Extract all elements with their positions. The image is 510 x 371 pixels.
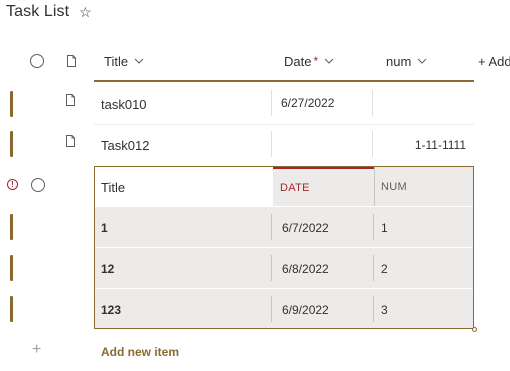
file-type-icon	[66, 94, 75, 106]
page-title: Task List	[6, 3, 70, 20]
quick-edit-date-header[interactable]: DATE	[273, 167, 374, 207]
file-type-icon	[66, 135, 75, 147]
required-marker: *	[313, 54, 319, 68]
row-title-cell[interactable]: Task012	[101, 138, 149, 153]
add-icon[interactable]: +	[32, 342, 41, 358]
quick-edit-row[interactable]: 12 6/8/2022 2	[95, 248, 473, 289]
cell-divider	[372, 131, 373, 157]
select-all-checkbox[interactable]	[30, 54, 44, 68]
cell-divider	[373, 296, 374, 322]
row-marker	[10, 91, 13, 117]
row-divider	[94, 124, 474, 125]
quick-edit-date-cell[interactable]: 6/9/2022	[282, 303, 329, 317]
quick-edit-num-cell[interactable]: 2	[381, 262, 388, 276]
row-marker	[10, 214, 13, 240]
column-header-date[interactable]: Date *	[284, 51, 334, 71]
add-column-button[interactable]: + Add	[478, 51, 510, 71]
column-header-title-label: Title	[104, 53, 129, 69]
column-header-date-label: Date	[284, 53, 312, 69]
cell-divider	[271, 214, 272, 240]
quick-edit-title-cell[interactable]: 1	[101, 221, 108, 235]
quick-edit-num-header[interactable]: NUM	[374, 167, 473, 207]
quick-edit-num-cell[interactable]: 1	[381, 221, 388, 235]
cell-divider	[271, 90, 272, 116]
error-icon[interactable]: !	[7, 179, 18, 190]
quick-edit-row[interactable]: 1 6/7/2022 1	[95, 207, 473, 248]
file-type-icon	[67, 55, 76, 67]
quick-edit-title-cell[interactable]: 12	[101, 262, 114, 276]
quick-edit-header: Title DATE NUM	[95, 167, 473, 207]
row-marker	[10, 255, 13, 281]
quick-edit-date-cell[interactable]: 6/7/2022	[282, 221, 329, 235]
row-date-cell[interactable]: 6/27/2022	[281, 96, 334, 110]
column-header-title[interactable]: Title	[104, 51, 144, 71]
add-column-label: + Add	[478, 53, 510, 69]
chevron-down-icon	[324, 58, 334, 64]
column-header-num-label: num	[386, 53, 412, 69]
header-underline	[94, 80, 474, 82]
quick-edit-row[interactable]: 123 6/9/2022 3	[95, 289, 473, 330]
row-marker	[10, 131, 13, 157]
row-select-checkbox[interactable]	[31, 178, 45, 192]
row-marker	[10, 296, 13, 322]
cell-divider	[373, 214, 374, 240]
row-num-cell[interactable]: 1-11-1111	[415, 138, 466, 152]
list-title-bar: Task List ☆	[6, 1, 92, 23]
quick-edit-grid[interactable]: Title DATE NUM 1 6/7/2022 1 12 6/8/2022 …	[94, 166, 477, 332]
row-title-cell[interactable]: task010	[101, 97, 147, 112]
resize-handle[interactable]	[472, 327, 477, 332]
quick-edit-date-cell[interactable]: 6/8/2022	[282, 262, 329, 276]
cell-divider	[271, 131, 272, 157]
chevron-down-icon	[134, 58, 144, 64]
chevron-down-icon	[417, 58, 427, 64]
cell-divider	[271, 296, 272, 322]
cell-divider	[271, 255, 272, 281]
cell-divider	[373, 255, 374, 281]
star-icon[interactable]: ☆	[79, 5, 92, 19]
add-new-item-link[interactable]: Add new item	[101, 345, 179, 359]
quick-edit-title-cell[interactable]: 123	[101, 303, 121, 317]
column-header-num[interactable]: num	[386, 51, 427, 71]
cell-divider	[372, 90, 373, 116]
quick-edit-title-input[interactable]: Title	[95, 167, 273, 207]
quick-edit-num-cell[interactable]: 3	[381, 303, 388, 317]
